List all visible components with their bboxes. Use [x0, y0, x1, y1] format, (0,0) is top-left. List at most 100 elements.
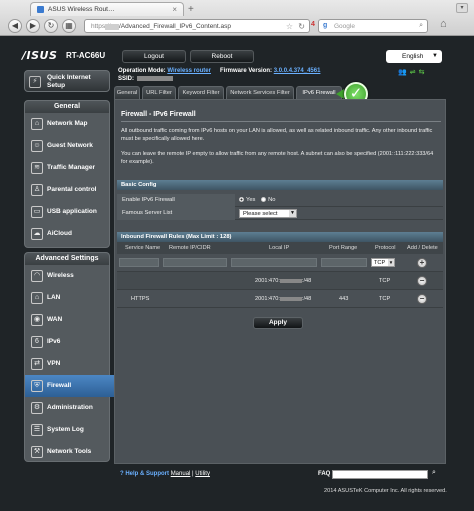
usb-status-icon[interactable]: ⇆ — [419, 69, 428, 76]
sidebar-item-network-map[interactable]: ⌂ Network Map — [25, 113, 109, 135]
sidebar-item-traffic-manager[interactable]: ≋ Traffic Manager — [25, 157, 109, 179]
logout-button[interactable]: Logout — [122, 50, 186, 63]
title-divider — [121, 121, 441, 122]
ipv6-icon: 6 — [31, 336, 43, 348]
refresh-icon[interactable]: ↻ — [298, 22, 305, 31]
sidebar-item-label: IPv6 — [47, 338, 61, 345]
sidebar-item-label: USB application — [47, 208, 97, 215]
apply-button[interactable]: Apply — [253, 317, 303, 329]
operation-mode: Operation Mode: Wireless router — [118, 68, 211, 74]
yes-radio[interactable] — [239, 196, 244, 202]
remote-ip-input[interactable] — [163, 258, 227, 267]
lan-icon: ⌂ — [31, 292, 43, 304]
ip-redacted — [279, 278, 302, 283]
famous-select-value: Please select — [243, 211, 278, 217]
quick-internet-setup[interactable]: ⚡ Quick Internet Setup — [24, 70, 110, 92]
client-status-icon[interactable]: 👥 — [398, 69, 410, 76]
tab-url-filter[interactable]: URL Filter — [142, 86, 176, 99]
sidebar-item-label: System Log — [47, 426, 84, 433]
fw-link[interactable]: 3.0.0.4.374_4561 — [274, 68, 321, 74]
sidebar-item-label: LAN — [47, 294, 61, 301]
close-tab-icon[interactable]: × — [172, 5, 177, 14]
search-placeholder: Google — [334, 23, 355, 30]
vpn-icon: ⇄ — [31, 358, 43, 370]
basic-config-table: Basic Config Enable IPv6 Firewall Yes No… — [117, 180, 443, 220]
internet-status-icon[interactable]: ⇌ — [410, 69, 419, 76]
sidebar-item-aicloud[interactable]: ☁ AiCloud — [25, 223, 109, 245]
description-2: You can leave the remote IP empty to all… — [121, 151, 434, 165]
rules-header: Service Name Remote IP/CIDR Local IP Por… — [117, 242, 443, 254]
protocol-select[interactable]: TCP ▼ — [371, 258, 395, 267]
ipv6-firewall-panel: Firewall - IPv6 Firewall All outbound tr… — [114, 99, 446, 464]
tab-keyword-filter[interactable]: Keyword Filter — [178, 86, 224, 99]
local-ip-input[interactable] — [231, 258, 317, 267]
bookmark-star-icon[interactable]: ☆ — [286, 22, 293, 31]
reboot-button[interactable]: Reboot — [190, 50, 254, 63]
network-map-icon: ⌂ — [31, 118, 43, 130]
tab-list-icon[interactable]: ▾ — [456, 3, 468, 13]
op-mode-link[interactable]: Wireless router — [167, 68, 211, 74]
status-icons: 👥⇌⇆ — [398, 68, 427, 76]
sidebar-item-network-tools[interactable]: ⚒ Network Tools — [25, 441, 109, 463]
browser-tab[interactable]: ASUS Wireless Rout… × — [30, 2, 184, 16]
delete-rule-button[interactable]: − — [417, 276, 427, 286]
browser-chrome: ASUS Wireless Rout… × + ▾ ◀ ▶ ↻ ▦ https:… — [0, 0, 474, 36]
chevron-down-icon: ▼ — [388, 259, 394, 266]
fw-label: Firmware Version: — [220, 68, 273, 74]
sidebar-item-guest-network[interactable]: ☺ Guest Network — [25, 135, 109, 157]
parental-control-icon: ♙ — [31, 184, 43, 196]
tab-network-services-filter[interactable]: Network Services Filter — [226, 86, 294, 99]
back-icon[interactable]: ◀ — [8, 19, 22, 33]
sidebar-item-label: Traffic Manager — [47, 164, 96, 171]
wan-icon: ◉ — [31, 314, 43, 326]
no-radio[interactable] — [261, 196, 267, 202]
utility-link[interactable]: Utility — [195, 471, 210, 477]
col-add-delete: Add / Delete — [407, 245, 438, 251]
new-tab-icon[interactable]: + — [188, 4, 194, 15]
service-name-input[interactable] — [119, 258, 159, 267]
model-name: RT-AC66U — [66, 51, 106, 60]
administration-icon: ⚙ — [31, 402, 43, 414]
port-range-input[interactable] — [321, 258, 367, 267]
language-select[interactable]: English ▼ — [386, 50, 442, 63]
rule-local-suffix: :/48 — [301, 278, 312, 284]
add-rule-button[interactable]: + — [417, 258, 427, 268]
tab-general[interactable]: General — [114, 86, 140, 99]
sidebar-item-label: WAN — [47, 316, 63, 323]
col-protocol: Protocol — [375, 245, 396, 251]
sidebar: ⚡ Quick Internet Setup General ⌂ Network … — [22, 70, 131, 463]
home-icon[interactable]: ⌂ — [440, 18, 447, 30]
identity-icon[interactable]: ▦ — [62, 19, 76, 33]
rule-local-ip: 2001:470::/48 — [255, 278, 311, 284]
sidebar-item-ipv6[interactable]: 6 IPv6 — [25, 331, 109, 353]
sidebar-item-wireless[interactable]: ◠ Wireless — [25, 265, 109, 287]
sidebar-item-administration[interactable]: ⚙ Administration — [25, 397, 109, 419]
search-icon[interactable]: ⌕ — [419, 22, 423, 30]
url-bar[interactable]: https:// /Advanced_Firewall_IPv6_Content… — [84, 19, 310, 33]
qis-icon: ⚡ — [29, 76, 41, 88]
sidebar-item-firewall[interactable]: ⛨ Firewall — [25, 375, 131, 397]
general-title: General — [25, 101, 109, 113]
forward-icon[interactable]: ▶ — [26, 19, 40, 33]
sidebar-item-system-log[interactable]: ☰ System Log — [25, 419, 109, 441]
reload-icon[interactable]: ↻ — [44, 19, 58, 33]
rule-protocol: TCP — [379, 296, 391, 302]
sidebar-item-vpn[interactable]: ⇄ VPN — [25, 353, 109, 375]
manual-link[interactable]: Manual — [171, 471, 191, 477]
col-service-name: Service Name — [125, 245, 161, 251]
faq-search-input[interactable] — [332, 470, 428, 479]
col-local-ip: Local IP — [269, 245, 290, 251]
sidebar-item-parental-control[interactable]: ♙ Parental control — [25, 179, 109, 201]
delete-rule-button[interactable]: − — [417, 294, 427, 304]
famous-server-select[interactable]: Please select ▼ — [239, 209, 297, 218]
description-1: All outbound traffic coming from IPv6 ho… — [121, 128, 433, 142]
guest-network-icon: ☺ — [31, 140, 43, 152]
sidebar-item-lan[interactable]: ⌂ LAN — [25, 287, 109, 309]
search-box[interactable]: g Google ⌕ — [318, 19, 428, 33]
protocol-value: TCP — [374, 260, 386, 266]
router-header: /ISUS RT-AC66U Logout Reboot English ▼ — [22, 46, 448, 66]
search-icon[interactable]: ⌕ — [432, 469, 436, 477]
sidebar-item-usb-application[interactable]: ▭ USB application — [25, 201, 109, 223]
asus-logo: /ISUS — [22, 49, 58, 62]
sidebar-item-wan[interactable]: ◉ WAN — [25, 309, 109, 331]
